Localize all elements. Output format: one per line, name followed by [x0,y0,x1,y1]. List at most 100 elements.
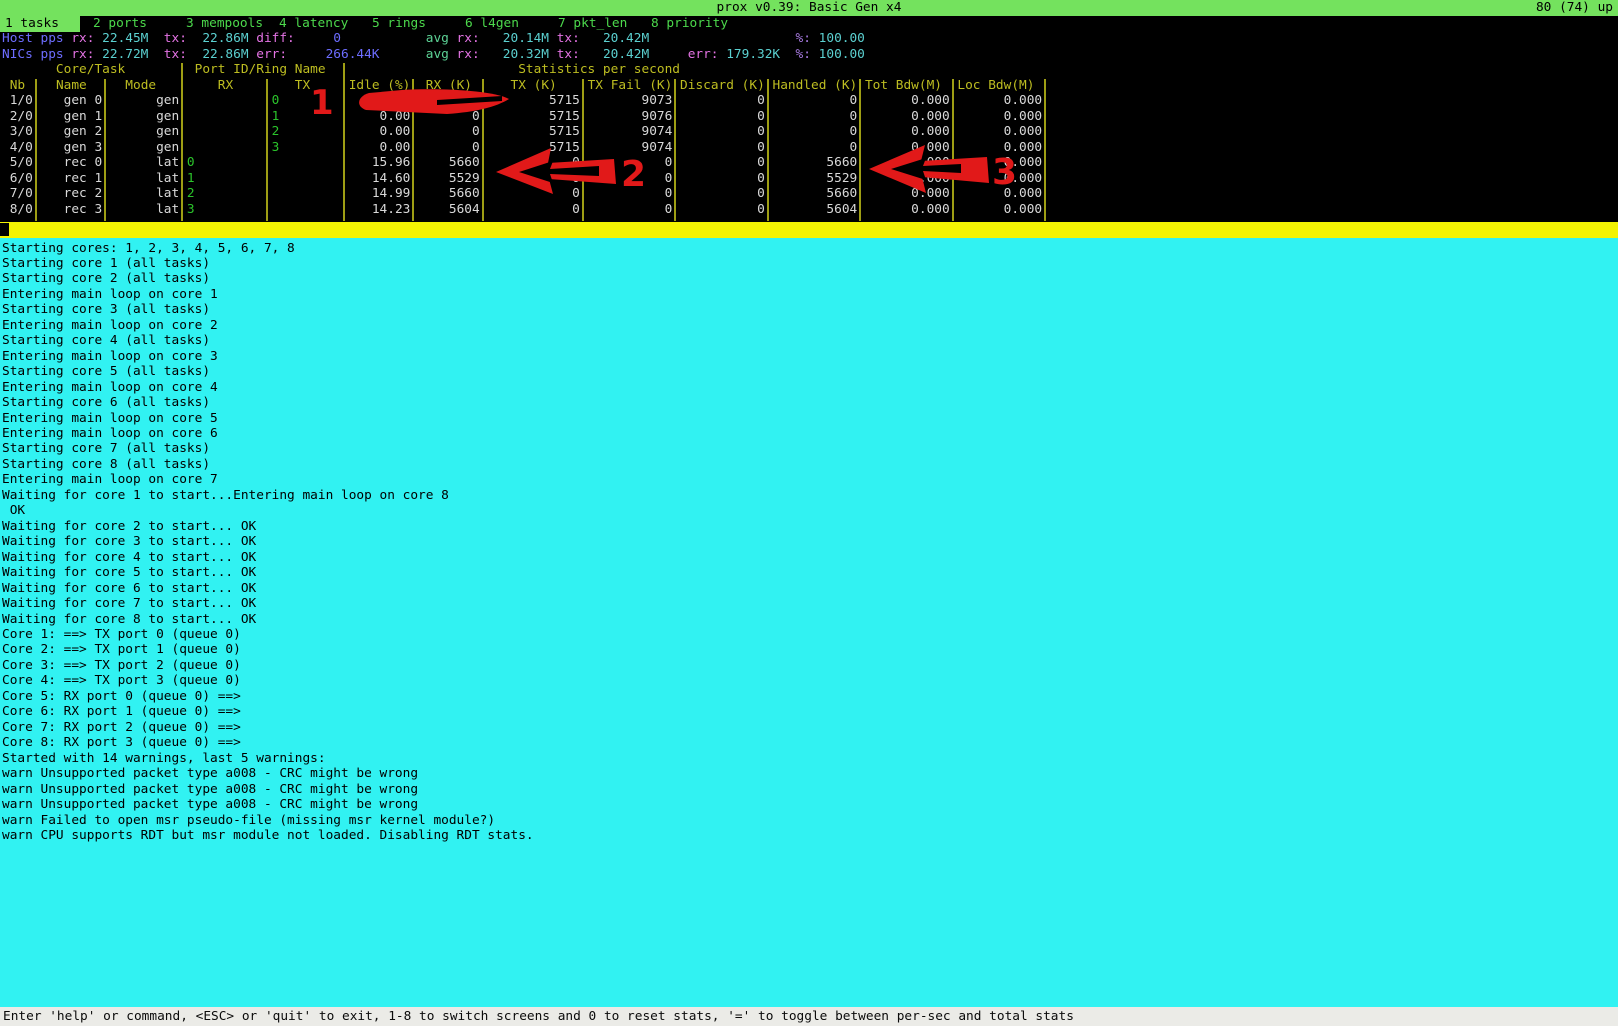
stats-segment: 20.42M [603,47,649,63]
table-cell: gen [110,124,187,139]
log-line: Waiting for core 2 to start... OK [2,519,256,535]
log-line: Core 5: RX port 0 (queue 0) ==> [2,689,241,705]
yellow-separator-bar [0,222,1618,238]
tab-2-ports[interactable]: 2 ports [93,16,147,32]
table-cell: 0 [487,186,587,201]
status-bar: Enter 'help' or command, <ESC> or 'quit'… [0,1007,1618,1026]
column-separator [35,79,37,221]
cursor-block [0,223,9,236]
tab-6-l4gen[interactable]: 6 l4gen [465,16,519,32]
table-cell: 0 [487,155,587,170]
stats-segment: err: [688,47,719,63]
table-cell: 0.000 [957,140,1042,155]
table-cell: 0 [487,202,587,217]
stats-segment: 20.42M [603,31,649,47]
table-group-header: Core/TaskPort ID/Ring NameStatistics per… [2,62,1616,78]
table-cell [187,109,272,124]
table-row: 2/0 gen 1 gen 1 0.00 0 5715 9076 0 0 0.0… [2,109,1042,125]
table-cell: 9076 [588,109,680,124]
column-header: Name [41,78,110,93]
table-cell: lat [110,202,187,217]
tab-8-priority[interactable]: 8 priority [651,16,728,32]
tab-1-tasks[interactable]: 1 tasks [0,16,80,32]
table-cell: 0.00 [349,140,418,155]
stats-segment: rx: [71,31,94,47]
log-line: Entering main loop on core 3 [2,349,218,365]
log-line: Waiting for core 6 to start... OK [2,581,256,597]
column-header: TX [272,78,349,93]
table-cell: 0 [772,93,864,108]
log-line: warn Unsupported packet type a008 - CRC … [2,766,418,782]
log-line: Core 8: RX port 3 (queue 0) ==> [2,735,241,751]
table-cell: 14.99 [349,186,418,201]
table-cell: 5715 [487,109,587,124]
log-line: Waiting for core 3 to start... OK [2,534,256,550]
log-line: warn Failed to open msr pseudo-file (mis… [2,813,495,829]
log-line: Waiting for core 1 to start...Entering m… [2,488,449,504]
table-cell [187,93,272,108]
stats-segment: rx: [457,31,480,47]
log-line: Starting core 8 (all tasks) [2,457,210,473]
table-cell: 5604 [772,202,864,217]
table-cell [272,202,349,217]
table-cell: 0.00 [349,93,418,108]
log-line: Entering main loop on core 5 [2,411,218,427]
tab-3-mempools[interactable]: 3 mempools [186,16,263,32]
log-line: Core 4: ==> TX port 3 (queue 0) [2,673,241,689]
stats-segment: 0 [333,31,341,47]
tab-5-rings[interactable]: 5 rings [372,16,426,32]
console-log: Starting cores: 1, 2, 3, 4, 5, 6, 7, 8St… [0,238,1618,1007]
tab-7-pkt_len[interactable]: 7 pkt_len [558,16,627,32]
table-cell: rec 3 [41,202,110,217]
table-cell: 0 [418,140,487,155]
table-cell [272,155,349,170]
stats-segment: 20.32M [503,47,549,63]
table-cell: 0 [418,109,487,124]
table-cell: gen 0 [41,93,110,108]
log-line: Waiting for core 8 to start... OK [2,612,256,628]
table-cell: 15.96 [349,155,418,170]
stats-segment: 266.44K [326,47,380,63]
table-cell: 0.000 [865,93,957,108]
tab-4-latency[interactable]: 4 latency [279,16,348,32]
table-cell: 0.000 [865,171,957,186]
table-cell: 0.000 [865,109,957,124]
table-cell: 5715 [487,93,587,108]
table-cell: 0 [487,171,587,186]
table-cell: lat [110,155,187,170]
table-cell [187,140,272,155]
column-header: Handled (K) [772,78,864,93]
table-cell: 0 [588,155,680,170]
table-cell: gen 1 [41,109,110,124]
table-cell: 0.00 [349,109,418,124]
column-header: Tot Bdw(M) [865,78,957,93]
stats-segment: err: [256,47,287,63]
table-row: 4/0 gen 3 gen 3 0.00 0 5715 9074 0 0 0.0… [2,140,1042,156]
table-cell: 14.60 [349,171,418,186]
table-cell: 3 [272,140,349,155]
stats-segment: diff: [256,31,295,47]
table-cell: 0.000 [865,155,957,170]
table-cell: 0 [680,171,772,186]
log-line: Starting core 6 (all tasks) [2,395,210,411]
table-cell: 0 [680,202,772,217]
table-row: 1/0 gen 0 gen 0 0.00 0 5715 9073 0 0 0.0… [2,93,1042,109]
log-line: warn CPU supports RDT but msr module not… [2,828,534,844]
column-header: Discard (K) [680,78,772,93]
table-cell: 5660 [418,186,487,201]
column-separator [181,63,183,221]
table-cell: 9074 [588,140,680,155]
column-separator [482,79,484,221]
table-cell: 0.000 [957,202,1042,217]
stats-segment: 100.00 [819,47,865,63]
log-line: Core 7: RX port 2 (queue 0) ==> [2,720,241,736]
table-cell: 0 [772,140,864,155]
log-line: Entering main loop on core 7 [2,472,218,488]
group-header-label: Statistics per second [518,62,680,78]
stats-segment: 100.00 [819,31,865,47]
table-cell: 0.000 [957,124,1042,139]
table-cell: 1 [272,109,349,124]
stats-segment: avg [426,31,449,47]
table-cell: 2 [187,186,272,201]
stats-segment: tx: [557,47,580,63]
